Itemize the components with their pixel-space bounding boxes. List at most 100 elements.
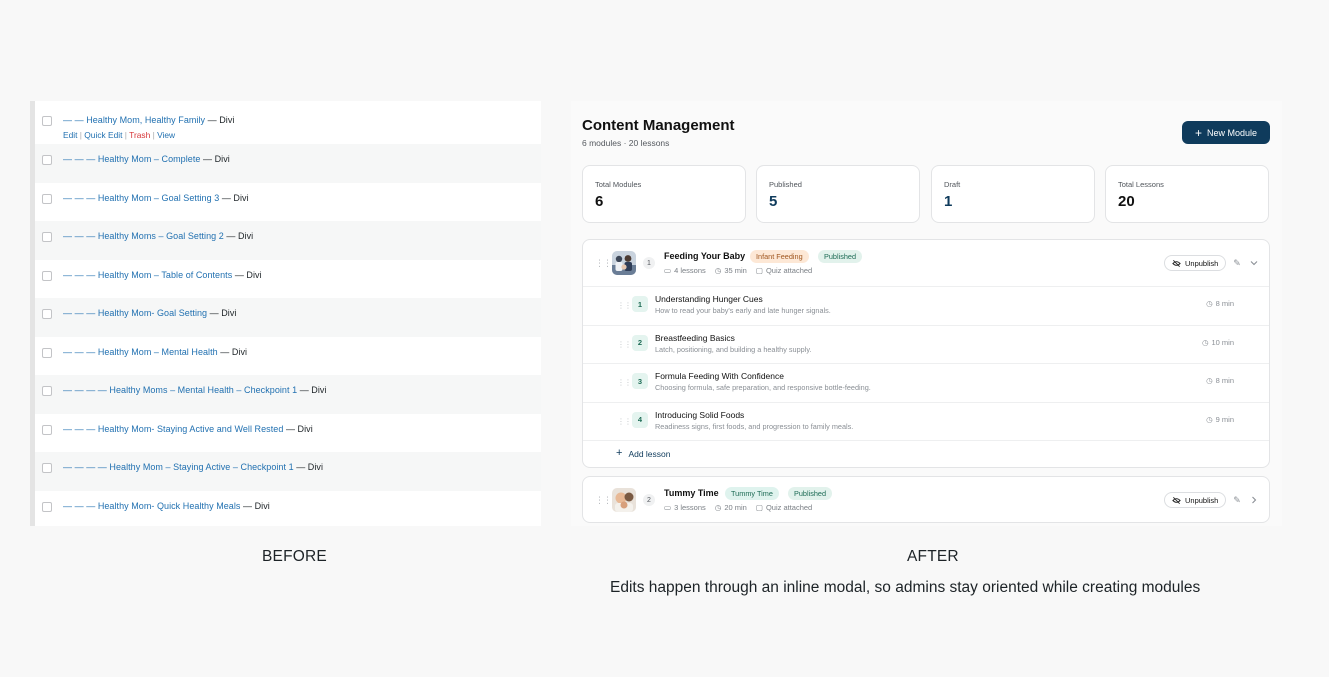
drag-handle-icon[interactable]: ⋮⋮ bbox=[617, 417, 632, 426]
list-item: — — — Healthy Mom- Goal Setting — Divi bbox=[35, 298, 541, 337]
lesson-row[interactable]: ⋮⋮ 1 Understanding Hunger Cues How to re… bbox=[583, 286, 1269, 325]
page-title-link[interactable]: Healthy Mom – Goal Setting 3 bbox=[98, 193, 219, 203]
list-item: — — — Healthy Moms – Goal Setting 2 — Di… bbox=[35, 221, 541, 260]
indent-dashes: — — — — bbox=[63, 462, 110, 472]
row-checkbox[interactable] bbox=[42, 270, 52, 281]
book-icon: ▭ bbox=[664, 266, 672, 275]
row-checkbox[interactable] bbox=[42, 347, 52, 358]
stat-label: Draft bbox=[944, 180, 961, 189]
list-item: — — — Healthy Mom – Goal Setting 3 — Div… bbox=[35, 183, 541, 222]
list-item: — — — — Healthy Moms – Mental Health – C… bbox=[35, 375, 541, 414]
pencil-icon[interactable]: ✎ bbox=[1231, 494, 1243, 506]
page-title-link[interactable]: Healthy Moms – Goal Setting 2 bbox=[98, 231, 224, 241]
module-thumbnail bbox=[612, 488, 636, 512]
lesson-description: Choosing formula, safe preparation, and … bbox=[655, 383, 871, 392]
row-checkbox[interactable] bbox=[42, 309, 52, 319]
divider bbox=[583, 440, 1269, 441]
lesson-number: 1 bbox=[632, 296, 648, 312]
clock-icon: ◷ bbox=[714, 503, 722, 512]
page-template: — Divi bbox=[232, 269, 262, 280]
module-card-feeding: ⋮⋮ 1 Feeding Your Baby Infant Feeding Pu… bbox=[582, 239, 1270, 468]
row-checkbox[interactable] bbox=[42, 386, 52, 396]
drag-handle-icon[interactable]: ⋮⋮ bbox=[617, 340, 632, 349]
row-checkbox[interactable] bbox=[42, 232, 52, 242]
page-title-link[interactable]: Healthy Moms – Mental Health – Checkpoin… bbox=[109, 385, 297, 395]
indent-dashes: — — bbox=[63, 115, 87, 125]
quiz-icon: ▢ bbox=[755, 266, 763, 275]
chevron-down-icon[interactable] bbox=[1248, 257, 1260, 269]
lesson-row[interactable]: ⋮⋮ 3 Formula Feeding With Confidence Cho… bbox=[583, 363, 1269, 402]
lesson-row[interactable]: ⋮⋮ 2 Breastfeeding Basics Latch, positio… bbox=[583, 324, 1269, 364]
page-template: — Divi bbox=[283, 423, 313, 434]
page-title-link[interactable]: Healthy Mom- Goal Setting bbox=[98, 308, 207, 318]
lesson-time: 10 min bbox=[1211, 337, 1234, 347]
page-title-link[interactable]: Healthy Mom – Staying Active – Checkpoin… bbox=[109, 462, 293, 472]
quick-edit-link[interactable]: Quick Edit bbox=[84, 130, 122, 140]
lessons-count: 4 lessons bbox=[674, 266, 706, 275]
list-item: — — — — Healthy Mom – Staying Active – C… bbox=[35, 452, 541, 491]
drag-handle-icon[interactable]: ⋮⋮ bbox=[595, 496, 612, 505]
indent-dashes: — — — bbox=[63, 308, 98, 318]
indent-dashes: — — — bbox=[63, 269, 98, 280]
lesson-time: 8 min bbox=[1215, 376, 1234, 385]
category-badge: Infant Feeding bbox=[750, 250, 809, 263]
trash-link[interactable]: Trash bbox=[129, 130, 150, 140]
page-title-link[interactable]: Healthy Mom – Complete bbox=[98, 154, 201, 164]
row-checkbox[interactable] bbox=[42, 155, 52, 165]
new-module-label: New Module bbox=[1206, 127, 1258, 138]
module-duration: 20 min bbox=[724, 503, 747, 512]
stat-label: Total Lessons bbox=[1118, 180, 1164, 189]
module-header[interactable]: ⋮⋮ 2 Tummy Time Tummy Time Published ▭ 3 … bbox=[583, 477, 1269, 523]
clock-icon: ◷ bbox=[1206, 299, 1213, 308]
row-checkbox[interactable] bbox=[42, 424, 52, 435]
row-checkbox[interactable] bbox=[42, 116, 52, 126]
pencil-icon[interactable]: ✎ bbox=[1231, 257, 1243, 269]
indent-dashes: — — — — bbox=[63, 385, 110, 395]
clock-icon: ◷ bbox=[1206, 414, 1213, 424]
row-checkbox[interactable] bbox=[42, 193, 52, 204]
drag-handle-icon[interactable]: ⋮⋮ bbox=[595, 259, 612, 268]
page-title-link[interactable]: Healthy Mom, Healthy Family bbox=[86, 115, 205, 125]
row-checkbox[interactable] bbox=[42, 501, 52, 512]
page-template: — Divi bbox=[217, 346, 248, 357]
drag-handle-icon[interactable]: ⋮⋮ bbox=[617, 301, 632, 310]
clock-icon: ◷ bbox=[1206, 376, 1213, 385]
view-link[interactable]: View bbox=[157, 130, 175, 140]
drag-handle-icon[interactable]: ⋮⋮ bbox=[617, 378, 632, 387]
add-lesson-button[interactable]: + Add lesson bbox=[616, 448, 671, 459]
module-header[interactable]: ⋮⋮ 1 Feeding Your Baby Infant Feeding Pu… bbox=[583, 240, 1269, 286]
module-meta: ▭ 3 lessons ◷ 20 min ▢ Quiz attached bbox=[664, 503, 812, 512]
indent-dashes: — — — bbox=[63, 154, 98, 164]
lesson-row[interactable]: ⋮⋮ 4 Introducing Solid Foods Readiness s… bbox=[583, 401, 1269, 441]
unpublish-button[interactable]: Unpublish bbox=[1164, 255, 1227, 271]
book-icon: ▭ bbox=[664, 503, 672, 512]
lesson-time: 8 min bbox=[1215, 299, 1234, 308]
page-title-link[interactable]: Healthy Mom – Mental Health bbox=[98, 347, 218, 357]
row-actions: Edit | Quick Edit | Trash | View bbox=[63, 130, 176, 140]
unpublish-button[interactable]: Unpublish bbox=[1164, 492, 1227, 508]
lesson-description: Readiness signs, first foods, and progre… bbox=[655, 421, 854, 431]
module-thumbnail bbox=[612, 251, 636, 275]
page-template: — Divi bbox=[207, 308, 237, 318]
page-title-link[interactable]: Healthy Mom- Quick Healthy Meals bbox=[98, 501, 241, 511]
plus-icon: + bbox=[1194, 125, 1202, 140]
new-module-button[interactable]: + New Module bbox=[1182, 121, 1270, 144]
page-title-link[interactable]: Healthy Mom – Table of Contents bbox=[98, 270, 232, 280]
page-template: — Divi bbox=[293, 462, 324, 472]
chevron-right-icon[interactable] bbox=[1248, 494, 1260, 506]
module-number: 2 bbox=[643, 494, 655, 506]
lesson-title: Breastfeeding Basics bbox=[655, 332, 735, 343]
status-badge: Published bbox=[818, 250, 863, 263]
after-caption: AFTER bbox=[907, 548, 959, 565]
eye-off-icon bbox=[1172, 259, 1181, 267]
add-lesson-label: Add lesson bbox=[628, 448, 671, 459]
row-checkbox[interactable] bbox=[42, 463, 52, 473]
page-title-link[interactable]: Healthy Mom- Staying Active and Well Res… bbox=[98, 424, 284, 434]
page-template: — Divi bbox=[297, 385, 327, 395]
eye-off-icon bbox=[1172, 496, 1181, 504]
status-badge: Published bbox=[788, 487, 833, 500]
list-item: — — Healthy Mom, Healthy Family — Divi E… bbox=[35, 105, 541, 144]
edit-link[interactable]: Edit bbox=[63, 130, 77, 140]
wp-pages-list: — — Healthy Mom, Healthy Family — Divi E… bbox=[30, 101, 541, 526]
page-title: Content Management bbox=[582, 117, 735, 134]
